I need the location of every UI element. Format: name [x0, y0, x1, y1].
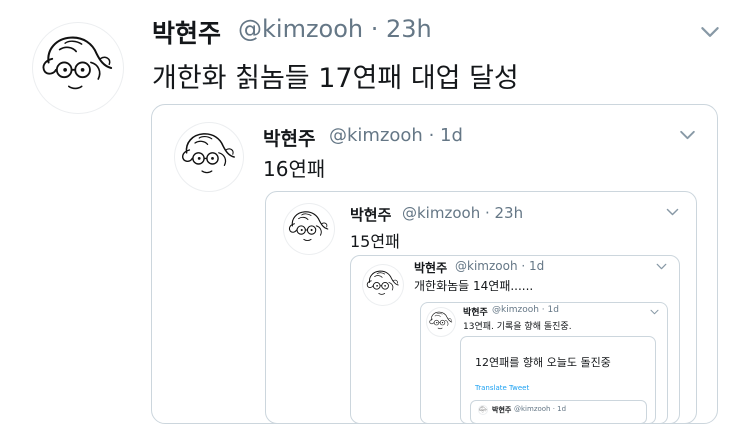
author-name[interactable]: 박현주 — [350, 204, 391, 225]
sketch-face-avatar-icon — [479, 406, 487, 413]
chevron-down-icon[interactable] — [656, 263, 667, 270]
author-handle-time[interactable]: @kimzooh · 23h — [402, 204, 523, 222]
tweet-text: 개한화놈들 14연패...... — [414, 279, 534, 293]
avatar[interactable] — [426, 307, 456, 337]
sketch-face-avatar-icon — [181, 133, 235, 174]
chevron-down-icon[interactable] — [666, 208, 679, 216]
chevron-down-icon[interactable] — [700, 26, 720, 38]
avatar[interactable] — [32, 22, 124, 114]
author-name[interactable]: 박현주 — [492, 405, 511, 415]
author-handle-time[interactable]: @kimzooh · 1d — [514, 405, 566, 413]
translate-tweet-link[interactable]: Translate Tweet — [475, 384, 529, 392]
sketch-face-avatar-icon — [429, 311, 453, 330]
author-handle-time[interactable]: @kimzooh · 1d — [329, 125, 463, 146]
tweet-text: 13연패. 기록을 향해 돌진중. — [463, 322, 572, 332]
tweet-text: 16연패 — [263, 157, 326, 181]
author-handle-time[interactable]: @kimzooh · 1d — [455, 259, 544, 273]
sketch-face-avatar-icon — [366, 270, 399, 295]
author-name[interactable]: 박현주 — [152, 14, 221, 50]
author-name[interactable]: 박현주 — [414, 259, 447, 276]
avatar[interactable] — [478, 405, 488, 415]
sketch-face-avatar-icon — [42, 36, 113, 90]
avatar[interactable] — [283, 203, 335, 255]
author-name[interactable]: 박현주 — [263, 124, 315, 151]
author-handle-time[interactable]: @kimzooh · 1d — [492, 305, 559, 315]
chevron-down-icon[interactable] — [650, 309, 659, 315]
tweet-text: 15연패 — [350, 232, 400, 251]
avatar[interactable] — [362, 264, 404, 306]
sketch-face-avatar-icon — [288, 211, 329, 242]
author-name[interactable]: 박현주 — [463, 305, 488, 318]
tweet-text: 개한화 칡놈들 17연패 대업 달성 — [152, 63, 519, 94]
author-handle-time[interactable]: @kimzooh · 23h — [238, 15, 432, 43]
tweet-text: 12연패를 향해 오늘도 돌진중 — [475, 356, 611, 369]
chevron-down-icon[interactable] — [679, 130, 696, 140]
avatar[interactable] — [174, 122, 244, 192]
